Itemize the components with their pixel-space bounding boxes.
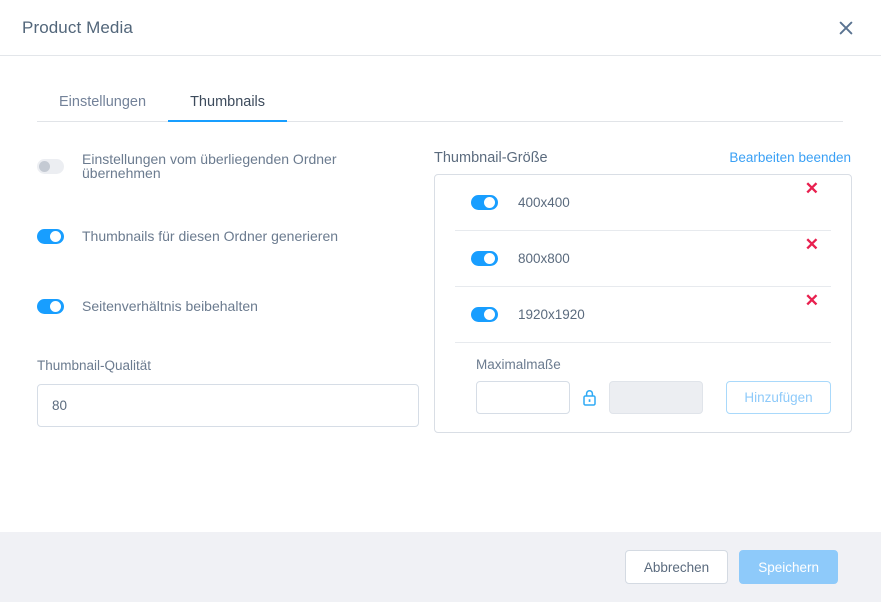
thumbnail-size-title: Thumbnail-Größe — [434, 150, 548, 166]
cancel-button[interactable]: Abbrechen — [624, 550, 729, 584]
thumbnail-size-header: Thumbnail-Größe Bearbeiten beenden — [434, 150, 852, 166]
toggle-size-1920[interactable] — [471, 307, 498, 322]
size-label: 1920x1920 — [518, 307, 585, 322]
toggle-row-inherit-settings: Einstellungen vom überliegenden Ordner ü… — [37, 151, 417, 181]
dialog-header: Product Media — [0, 0, 881, 56]
product-media-dialog: Product Media Einstellungen Thumbnails E… — [0, 0, 881, 602]
close-icon[interactable] — [833, 15, 859, 41]
finish-editing-link[interactable]: Bearbeiten beenden — [729, 150, 851, 165]
tab-einstellungen[interactable]: Einstellungen — [37, 94, 168, 123]
remove-size-icon[interactable]: ✕ — [805, 236, 819, 253]
toggle-knob — [484, 197, 495, 208]
toggle-size-800[interactable] — [471, 251, 498, 266]
settings-column: Einstellungen vom überliegenden Ordner ü… — [0, 122, 419, 433]
max-height-input[interactable] — [609, 381, 703, 414]
tab-thumbnails[interactable]: Thumbnails — [168, 94, 288, 122]
tab-content: Einstellungen vom überliegenden Ordner ü… — [0, 122, 881, 433]
toggle-label-generate-thumbnails: Thumbnails für diesen Ordner generieren — [82, 228, 339, 244]
toggle-knob — [50, 230, 61, 242]
size-label: 400x400 — [518, 195, 570, 210]
size-label: 800x800 — [518, 251, 570, 266]
toggle-size-400[interactable] — [471, 195, 498, 210]
thumbnail-size-box: ✕ 400x400 ✕ 800x800 ✕ 1920x1920 Maximalm… — [434, 174, 852, 433]
max-dimensions-section: Maximalmaße Hinzufügen — [455, 343, 831, 432]
toggle-inherit-settings[interactable] — [37, 158, 64, 174]
max-width-input[interactable] — [476, 381, 570, 414]
toggle-row-keep-aspect-ratio: Seitenverhältnis beibehalten — [37, 294, 417, 318]
toggle-keep-aspect-ratio[interactable] — [37, 298, 64, 314]
toggle-label-keep-aspect-ratio: Seitenverhältnis beibehalten — [82, 298, 258, 314]
remove-size-icon[interactable]: ✕ — [805, 180, 819, 197]
add-size-button[interactable]: Hinzufügen — [726, 381, 831, 414]
toggle-generate-thumbnails[interactable] — [37, 228, 64, 244]
thumbnail-size-row: ✕ 1920x1920 — [455, 287, 831, 343]
toggle-label-inherit-settings: Einstellungen vom überliegenden Ordner ü… — [82, 151, 337, 181]
thumbnail-quality-label: Thumbnail-Qualität — [37, 358, 152, 373]
toggle-knob — [50, 300, 61, 312]
toggle-knob — [484, 309, 495, 320]
thumbnail-quality-input[interactable] — [37, 384, 419, 427]
toggle-row-generate-thumbnails: Thumbnails für diesen Ordner generieren — [37, 224, 417, 248]
lock-closed-icon[interactable] — [583, 389, 596, 406]
thumbnail-size-row: ✕ 800x800 — [455, 231, 831, 287]
dialog-footer: Abbrechen Speichern — [0, 532, 881, 602]
max-dimensions-row: Hinzufügen — [476, 381, 831, 414]
toggle-knob — [484, 253, 495, 264]
max-dimensions-label: Maximalmaße — [476, 357, 561, 372]
toggle-knob — [39, 160, 50, 172]
save-button[interactable]: Speichern — [739, 550, 838, 584]
remove-size-icon[interactable]: ✕ — [805, 292, 819, 309]
thumbnail-size-row: ✕ 400x400 — [455, 175, 831, 231]
page-title: Product Media — [22, 17, 133, 37]
tab-bar: Einstellungen Thumbnails — [37, 82, 843, 122]
dialog-body: Einstellungen Thumbnails Einstellungen v… — [0, 56, 881, 532]
thumbnail-size-column: Thumbnail-Größe Bearbeiten beenden ✕ 400… — [417, 122, 881, 433]
